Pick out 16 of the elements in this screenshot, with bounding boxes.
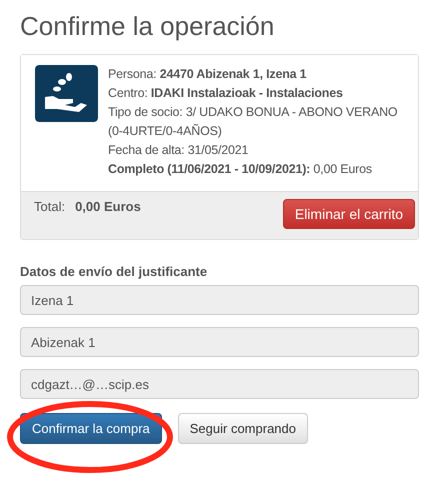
order-detail: Tipo de socio: 3/ UDAKO BONUA - ABONO VERANO (0-4URTE/0-4AÑOS) bbox=[108, 104, 398, 140]
confirm-button[interactable]: Confirmar la compra bbox=[20, 413, 162, 444]
input-field[interactable]: Abizenak 1 bbox=[20, 327, 419, 357]
page-title: Confirme la operación bbox=[20, 10, 276, 42]
order-detail: Persona: 24470 Abizenak 1, Izena 1 bbox=[108, 66, 308, 83]
input-field[interactable]: cdgazt…@…scip.es bbox=[20, 369, 419, 399]
section-heading: Datos de envío del justificante bbox=[20, 264, 208, 279]
total-label: Total: bbox=[34, 199, 66, 214]
input-field[interactable]: Izena 1 bbox=[20, 285, 419, 315]
order-detail: Centro: IDAKI Instalazioak - Instalaciones bbox=[108, 85, 344, 102]
order-detail: Fecha de alta: 31/05/2021 bbox=[108, 142, 250, 159]
remove-cart-button[interactable]: Eliminar el carrito bbox=[282, 199, 415, 229]
total-value: 0,00 Euros bbox=[75, 199, 141, 214]
hand-coins-icon bbox=[35, 65, 98, 122]
order-detail: Completo (11/06/2021 - 10/09/2021): 0,00 Euros bbox=[108, 161, 373, 178]
continue-button[interactable]: Seguir comprando bbox=[178, 413, 308, 444]
